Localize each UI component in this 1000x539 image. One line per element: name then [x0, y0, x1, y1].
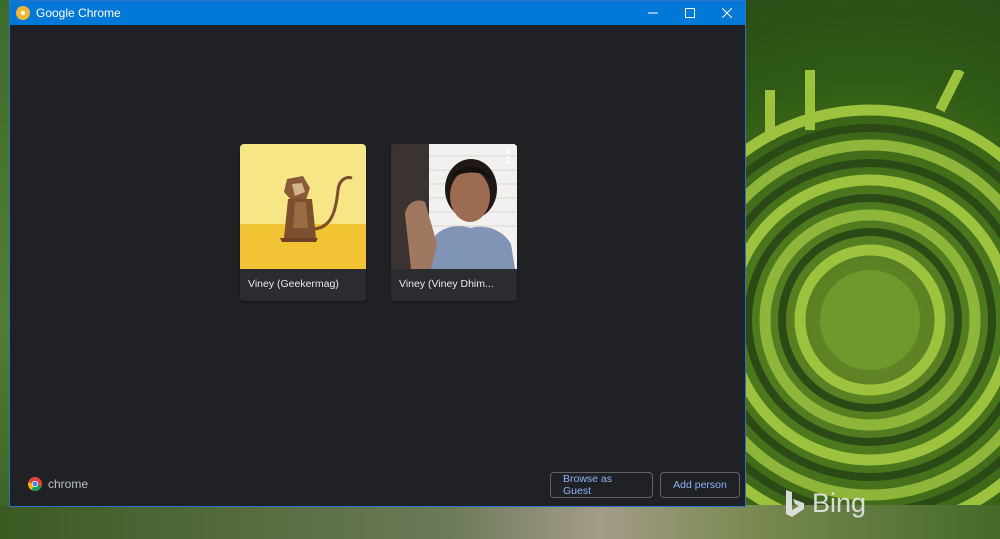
add-person-button[interactable]: Add person: [660, 472, 740, 498]
bing-text: Bing: [812, 488, 867, 518]
photo-avatar: [391, 144, 517, 269]
maximize-icon: [684, 8, 695, 18]
bing-logo-icon: [786, 489, 804, 517]
chrome-logo-icon: [28, 477, 42, 491]
window-title: Google Chrome: [36, 6, 121, 20]
footer-actions: Browse as Guest Add person: [550, 472, 740, 498]
bing-watermark: Bing: [784, 488, 866, 519]
close-button[interactable]: [708, 1, 745, 25]
chrome-brand: chrome: [28, 477, 88, 491]
close-icon: [721, 8, 732, 18]
chrome-profile-picker-window: Google Chrome Viney (Geekermag) Viney (V…: [9, 0, 746, 507]
chrome-brand-text: chrome: [48, 477, 89, 491]
window-controls: [634, 1, 745, 25]
hedge-maze-graphic: [730, 70, 1000, 530]
origami-monkey-avatar: [240, 144, 366, 269]
menu-dot-icon: [506, 150, 510, 153]
menu-dot-icon: [506, 155, 510, 159]
maximize-button[interactable]: [671, 1, 708, 25]
profile-name: Viney (Geekermag): [248, 278, 339, 290]
browse-as-guest-button[interactable]: Browse as Guest: [550, 472, 653, 498]
minimize-button[interactable]: [634, 1, 671, 25]
profile-menu-button[interactable]: [505, 150, 511, 164]
profile-picker-content: Viney (Geekermag) Viney (Viney Dhim... c…: [10, 25, 745, 506]
profile-card-viney-dhiman[interactable]: Viney (Viney Dhim...: [391, 144, 517, 301]
minimize-icon: [647, 12, 658, 14]
profile-name: Viney (Viney Dhim...: [399, 278, 494, 290]
title-bar[interactable]: Google Chrome: [10, 1, 745, 25]
menu-dot-icon: [506, 161, 510, 164]
profile-list: Viney (Geekermag) Viney (Viney Dhim...: [240, 144, 517, 301]
profile-card-geekermag[interactable]: Viney (Geekermag): [240, 144, 366, 301]
monkey-illustration: [280, 176, 353, 242]
person-photo: [391, 144, 517, 269]
chrome-app-icon: [16, 6, 30, 20]
